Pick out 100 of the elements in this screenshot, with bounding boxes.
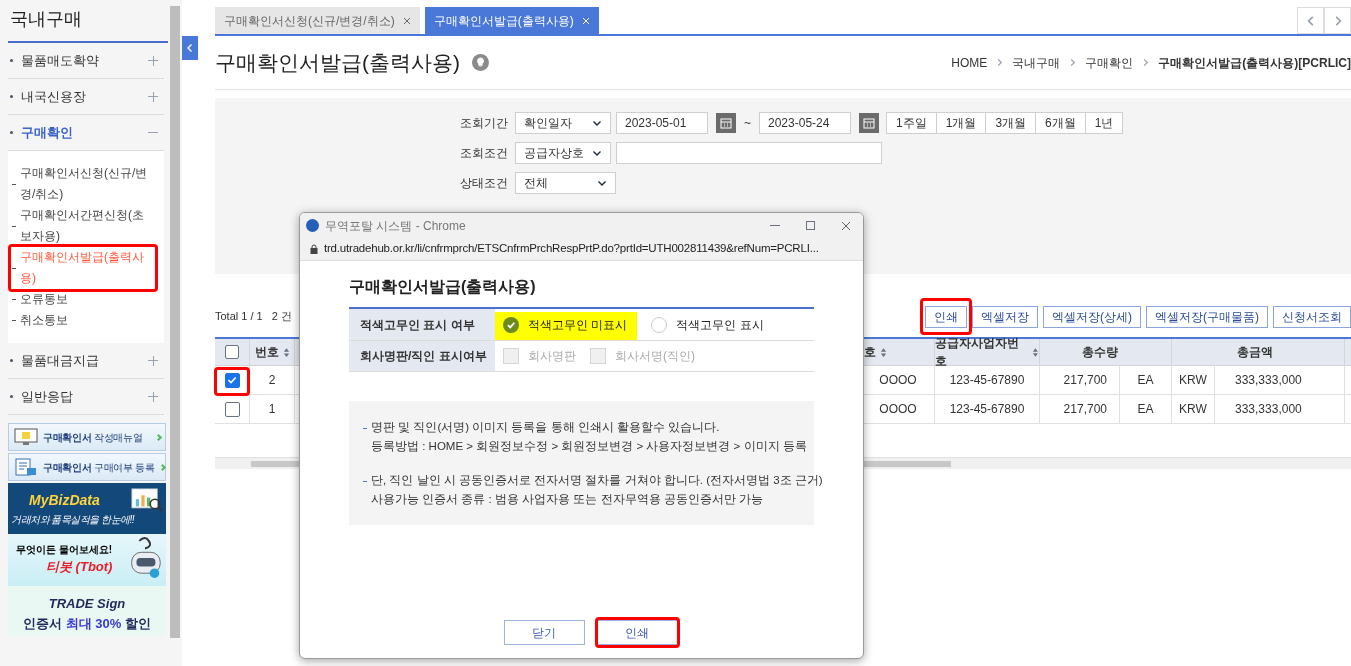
plus-icon xyxy=(148,55,158,66)
bullet-icon xyxy=(10,95,13,98)
submenu-item[interactable]: 오류통보 xyxy=(20,289,68,310)
next-button[interactable] xyxy=(1324,7,1351,34)
table-cell: KRW xyxy=(1172,395,1215,424)
period-button[interactable]: 1주일 xyxy=(886,112,937,134)
banner[interactable]: 구매확인서 작성매뉴얼 xyxy=(8,423,166,451)
table-cell: 123-45-67890 xyxy=(935,366,1040,395)
table-cell: KRW xyxy=(1172,366,1215,395)
tab[interactable]: 구매확인서신청(신규/변경/취소) xyxy=(215,7,420,34)
document-icon xyxy=(14,458,38,476)
sort-icon xyxy=(880,347,887,357)
submenu-item[interactable]: 구매확인서신청(신규/변경/취소) xyxy=(20,163,148,205)
lightbulb-icon[interactable] xyxy=(472,54,489,71)
bullet-icon xyxy=(10,359,13,362)
dialog-button[interactable]: 닫기 xyxy=(503,620,585,645)
banner[interactable]: MyBizData 거래처와 품목실적을 한눈에!! xyxy=(8,483,166,534)
sort-icon xyxy=(282,347,290,357)
checkbox[interactable] xyxy=(224,401,240,417)
checkbox[interactable] xyxy=(225,345,239,359)
submenu-item[interactable]: 구매확인서간편신청(초보자용) xyxy=(20,205,148,247)
toolbar-button[interactable]: 신청서조회 xyxy=(1273,306,1351,328)
toolbar-button[interactable]: 인쇄 xyxy=(925,306,967,328)
banner-title: 무엇이든 물어보세요! xyxy=(16,543,114,557)
menu-item[interactable]: 내국신용장 xyxy=(8,79,164,115)
table-cell: 217,700 xyxy=(1040,395,1120,424)
table-cell: 333,333,000 xyxy=(1215,366,1345,395)
field-label: 조회기간 xyxy=(459,115,509,132)
maximize-icon[interactable] xyxy=(806,221,815,230)
submenu-item[interactable]: 취소통보 xyxy=(20,310,68,331)
calendar-icon[interactable] xyxy=(716,113,736,133)
breadcrumb-item[interactable]: 국내구매 xyxy=(1012,53,1061,72)
header-cell: 번호 xyxy=(250,339,295,366)
calendar-icon[interactable] xyxy=(859,113,879,133)
table-cell: EA xyxy=(1120,366,1172,395)
header-cell xyxy=(1345,339,1351,366)
dropdown[interactable]: 전체 xyxy=(515,172,616,194)
menu-item[interactable]: 물품대금지급 xyxy=(8,343,164,379)
close-icon[interactable] xyxy=(402,16,411,25)
table-cell: 333,333,000 xyxy=(1215,395,1345,424)
date-field[interactable]: 2023-05-24 xyxy=(759,112,851,134)
breadcrumb-item[interactable]: HOME xyxy=(951,53,988,72)
breadcrumb-item: 구매확인서발급(출력사용)[PCRLIC] xyxy=(1158,54,1351,72)
chevron-down-icon xyxy=(592,118,602,128)
option-label: 회사명판/직인 표시여부 xyxy=(349,341,495,371)
table-cell: 1 xyxy=(250,395,295,424)
close-icon[interactable] xyxy=(841,220,851,231)
toolbar-button[interactable]: 엑셀저장(상세) xyxy=(1043,306,1141,328)
field-label: 조회조건 xyxy=(459,145,509,162)
table-cell: EA xyxy=(1120,395,1172,424)
tab[interactable]: 구매확인서발급(출력사용) xyxy=(424,7,599,34)
toolbar-button[interactable]: 엑셀저장(구매물품) xyxy=(1146,306,1268,328)
period-button[interactable]: 1개월 xyxy=(935,112,987,134)
table-cell: 123-45-67890 xyxy=(935,395,1040,424)
check-icon xyxy=(227,375,237,385)
dropdown[interactable]: 공급자상호 xyxy=(515,142,611,164)
window-title: 무역포탈 시스템 - Chrome xyxy=(325,217,466,235)
chevron-down-icon xyxy=(597,178,607,188)
chevron-right-icon xyxy=(1068,58,1078,67)
dialog-heading: 구매확인서발급(출력사용) xyxy=(349,277,537,297)
radio-button[interactable] xyxy=(651,316,668,333)
toolbar-button[interactable]: 엑셀저장 xyxy=(972,306,1038,328)
banner[interactable]: TRADE Sign 인증서 최대 30% 할인 xyxy=(8,586,166,636)
banner[interactable]: 무엇이든 물어보세요! 티봇 (Tbot) xyxy=(8,534,166,586)
radio-label[interactable]: 적색고무인 표시 xyxy=(676,315,764,334)
radio-label[interactable]: 적색고무인 미표시 xyxy=(528,315,628,334)
address-bar[interactable]: trd.utradehub.or.kr/li/cnfrmprch/ETSCnfrmPrchRespPrtP.do?prtId=UTH002811439&refNum=PCRLI... xyxy=(300,238,863,261)
period-button[interactable]: 3개월 xyxy=(985,112,1037,134)
checkbox[interactable] xyxy=(224,372,240,388)
period-button[interactable]: 1년 xyxy=(1084,112,1124,134)
header-cell: 공급자사업자번호 xyxy=(935,339,1040,366)
previous-button[interactable] xyxy=(1297,7,1324,34)
banner[interactable]: 구매확인서 구매여부 등록 xyxy=(8,453,166,481)
monitor-icon xyxy=(14,428,38,446)
banner-title: MyBizData xyxy=(28,490,100,510)
banner-text: 구매확인서 작성매뉴얼 xyxy=(43,430,143,445)
date-field[interactable]: 2023-05-01 xyxy=(616,112,708,134)
chevron-right-icon xyxy=(995,58,1005,67)
bullet-icon xyxy=(10,59,13,62)
menu-item[interactable]: 물품매도확약 xyxy=(8,43,164,79)
banner-text: 구매확인서 구매여부 등록 xyxy=(43,460,155,475)
chevron-down-icon xyxy=(592,148,602,158)
collapse-button[interactable] xyxy=(182,36,198,60)
scrollbar[interactable] xyxy=(170,6,180,638)
breadcrumb-item[interactable]: 구매확인 xyxy=(1085,53,1134,72)
notice-text: 단, 직인 날인 시 공동인증서로 전자서명 절차를 거쳐야 합니다. (전자서명법 3조 근거) 사용가능 인증서 종류 : 범용 사업자용 또는 전자무역용 공동인증서만 가능 xyxy=(371,473,823,507)
bullet-icon xyxy=(10,395,13,398)
menu-item[interactable]: 일반응답 xyxy=(8,379,164,415)
period-button[interactable]: 6개월 xyxy=(1035,112,1086,134)
page-title: 구매확인서발급(출력사용) xyxy=(215,49,460,76)
banner-text: 인증서 최대 30% 할인 xyxy=(23,614,151,633)
search-field[interactable] xyxy=(616,142,882,164)
bullet-icon xyxy=(10,131,13,134)
chevron-right-icon xyxy=(1141,58,1151,67)
dropdown[interactable]: 확인일자 xyxy=(515,112,611,134)
field-label: 상태조건 xyxy=(459,175,509,192)
plus-icon xyxy=(148,355,158,366)
sidebar-title: 국내구매 xyxy=(8,6,168,43)
lock-icon xyxy=(310,244,318,254)
dialog-button[interactable]: 인쇄 xyxy=(596,620,678,645)
